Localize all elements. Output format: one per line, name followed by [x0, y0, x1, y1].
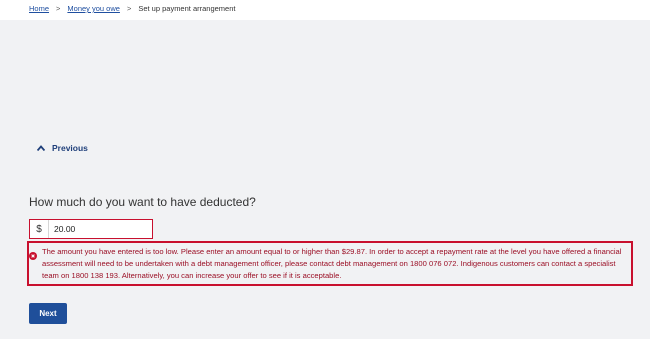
main-content: [0, 20, 650, 339]
previous-label: Previous: [52, 143, 88, 153]
error-message-box: The amount you have entered is too low. …: [27, 241, 633, 286]
breadcrumb-money-you-owe-link[interactable]: Money you owe: [67, 4, 120, 13]
currency-symbol: $: [30, 220, 49, 238]
amount-input[interactable]: [49, 220, 152, 238]
top-bar: Home > Money you owe > Set up payment arrang…: [0, 0, 650, 20]
breadcrumb-separator: >: [56, 4, 61, 13]
question-heading: How much do you want to have deducted?: [29, 195, 256, 209]
chevron-up-icon: [36, 143, 46, 153]
error-icon: [29, 247, 37, 260]
breadcrumb: Home > Money you owe > Set up payment arrang…: [29, 4, 235, 13]
amount-field: $: [29, 219, 153, 239]
next-button[interactable]: Next: [29, 303, 67, 324]
previous-link[interactable]: Previous: [36, 143, 88, 153]
breadcrumb-current: Set up payment arrangement: [138, 4, 236, 13]
breadcrumb-separator: >: [126, 4, 132, 13]
error-message-text: The amount you have entered is too low. …: [42, 247, 622, 280]
breadcrumb-home-link[interactable]: Home: [29, 4, 49, 13]
